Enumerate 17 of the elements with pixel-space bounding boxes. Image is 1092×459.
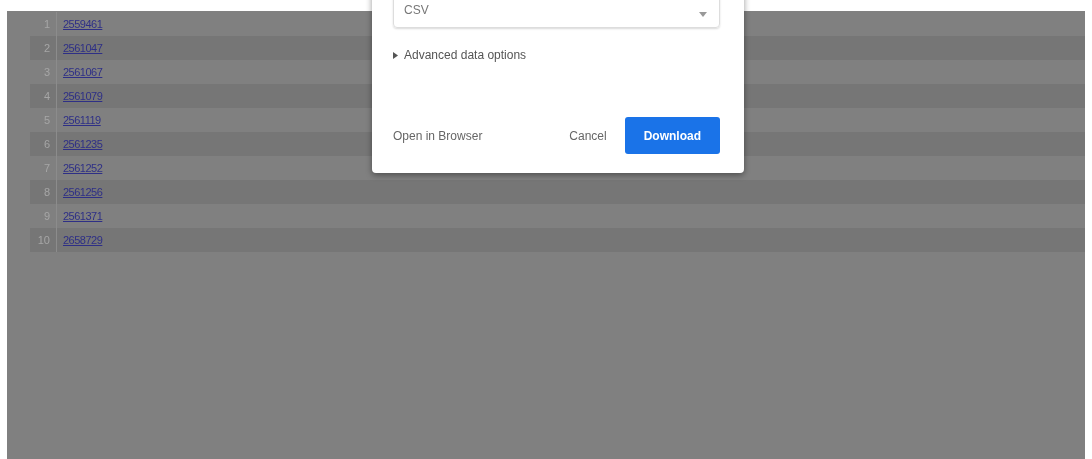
format-select[interactable]: CSV bbox=[393, 0, 720, 28]
open-in-browser-button[interactable]: Open in Browser bbox=[384, 117, 492, 154]
cancel-button[interactable]: Cancel bbox=[560, 117, 616, 154]
record-link[interactable]: 2561047 bbox=[63, 42, 103, 54]
record-link[interactable]: 2561371 bbox=[63, 210, 103, 222]
advanced-options-toggle[interactable]: Advanced data options bbox=[393, 48, 527, 62]
download-button[interactable]: Download bbox=[624, 117, 720, 154]
record-link[interactable]: 2561119 bbox=[63, 114, 101, 126]
record-link[interactable]: 2559461 bbox=[63, 18, 103, 30]
caret-icon bbox=[393, 51, 398, 59]
dropdown-arrow-icon bbox=[699, 12, 707, 17]
record-link[interactable]: 2561067 bbox=[63, 66, 103, 78]
record-link[interactable]: 2658729 bbox=[63, 234, 103, 246]
record-link[interactable]: 2561256 bbox=[63, 186, 103, 198]
record-link[interactable]: 2561252 bbox=[63, 162, 103, 174]
record-link[interactable]: 2561235 bbox=[63, 138, 103, 150]
record-link[interactable]: 2561079 bbox=[63, 90, 103, 102]
